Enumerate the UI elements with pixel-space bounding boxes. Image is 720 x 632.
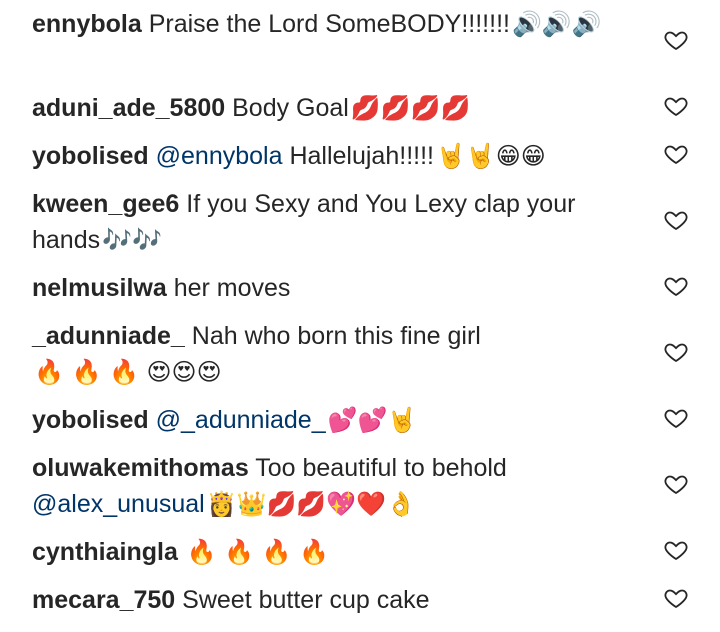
comment-username[interactable]: oluwakemithomas xyxy=(32,454,249,482)
like-heart-icon[interactable] xyxy=(664,340,688,364)
comment-username[interactable]: nelmusilwa xyxy=(32,274,167,302)
comment-emojis: 💕💕🤘 xyxy=(327,406,418,434)
comment-item: yobolised @ennybola Hallelujah!!!!!🤘🤘😁😁 xyxy=(32,138,632,174)
comment-item: yobolised @_adunniade_💕💕🤘 xyxy=(32,402,632,438)
comment-mention[interactable]: @ennybola xyxy=(156,142,283,170)
like-heart-icon[interactable] xyxy=(664,142,688,166)
comment-emojis: 🔥 🔥 🔥 🔥 xyxy=(186,538,330,566)
comment-mention[interactable]: @_adunniade_ xyxy=(156,406,326,434)
like-heart-icon[interactable] xyxy=(664,586,688,610)
comment-item: cynthiaingla 🔥 🔥 🔥 🔥 xyxy=(32,534,632,570)
comment-mention[interactable]: @alex_unusual xyxy=(32,490,205,518)
comment-emojis: 🤘🤘😁😁 xyxy=(435,142,546,170)
like-heart-icon[interactable] xyxy=(664,94,688,118)
comment-text: her moves xyxy=(173,274,291,302)
comment-username[interactable]: mecara_750 xyxy=(32,586,175,614)
comment-username[interactable]: ennybola xyxy=(32,10,142,38)
comment-text: Sweet butter cup cake xyxy=(182,586,430,614)
comment-item: kween_gee6 If you Sexy and You Lexy clap… xyxy=(32,186,632,258)
comment-item: nelmusilwa her moves xyxy=(32,270,632,306)
comment-emojis: 🔊🔊🔊 xyxy=(511,10,602,38)
comment-username[interactable]: kween_gee6 xyxy=(32,190,179,218)
comment-emojis: 🔥 🔥 🔥 😍😍😍 xyxy=(34,358,222,386)
comment-username[interactable]: yobolised xyxy=(32,406,149,434)
comment-username[interactable]: _adunniade_ xyxy=(32,322,185,350)
comment-emojis: 👸👑💋💋💖❤️👌 xyxy=(206,490,416,518)
like-heart-icon[interactable] xyxy=(664,274,688,298)
comment-emojis: 💋💋💋💋 xyxy=(350,94,471,122)
like-heart-icon[interactable] xyxy=(664,406,688,430)
comment-item: oluwakemithomas Too beautiful to behold … xyxy=(32,450,632,522)
comment-username[interactable]: aduni_ade_5800 xyxy=(32,94,225,122)
comment-text: Nah who born this fine girl xyxy=(191,322,481,350)
like-heart-icon[interactable] xyxy=(664,208,688,232)
comment-username[interactable]: cynthiaingla xyxy=(32,538,178,566)
comment-text: Body Goal xyxy=(232,94,349,122)
comment-text: Too beautiful to behold xyxy=(255,454,507,482)
like-heart-icon[interactable] xyxy=(664,538,688,562)
comment-item: aduni_ade_5800 Body Goal💋💋💋💋 xyxy=(32,90,632,126)
comment-emojis: 🎶🎶 xyxy=(102,226,162,254)
comment-text: Praise the Lord SomeBODY!!!!!!! xyxy=(148,10,510,38)
comment-item: _adunniade_ Nah who born this fine girl 🔥… xyxy=(32,318,632,390)
comment-username[interactable]: yobolised xyxy=(32,142,149,170)
like-heart-icon[interactable] xyxy=(664,472,688,496)
comment-item: ennybola Praise the Lord SomeBODY!!!!!!!… xyxy=(32,6,632,42)
like-heart-icon[interactable] xyxy=(664,28,688,52)
comment-text: Hallelujah!!!!! xyxy=(289,142,434,170)
comment-item: mecara_750 Sweet butter cup cake xyxy=(32,582,632,618)
